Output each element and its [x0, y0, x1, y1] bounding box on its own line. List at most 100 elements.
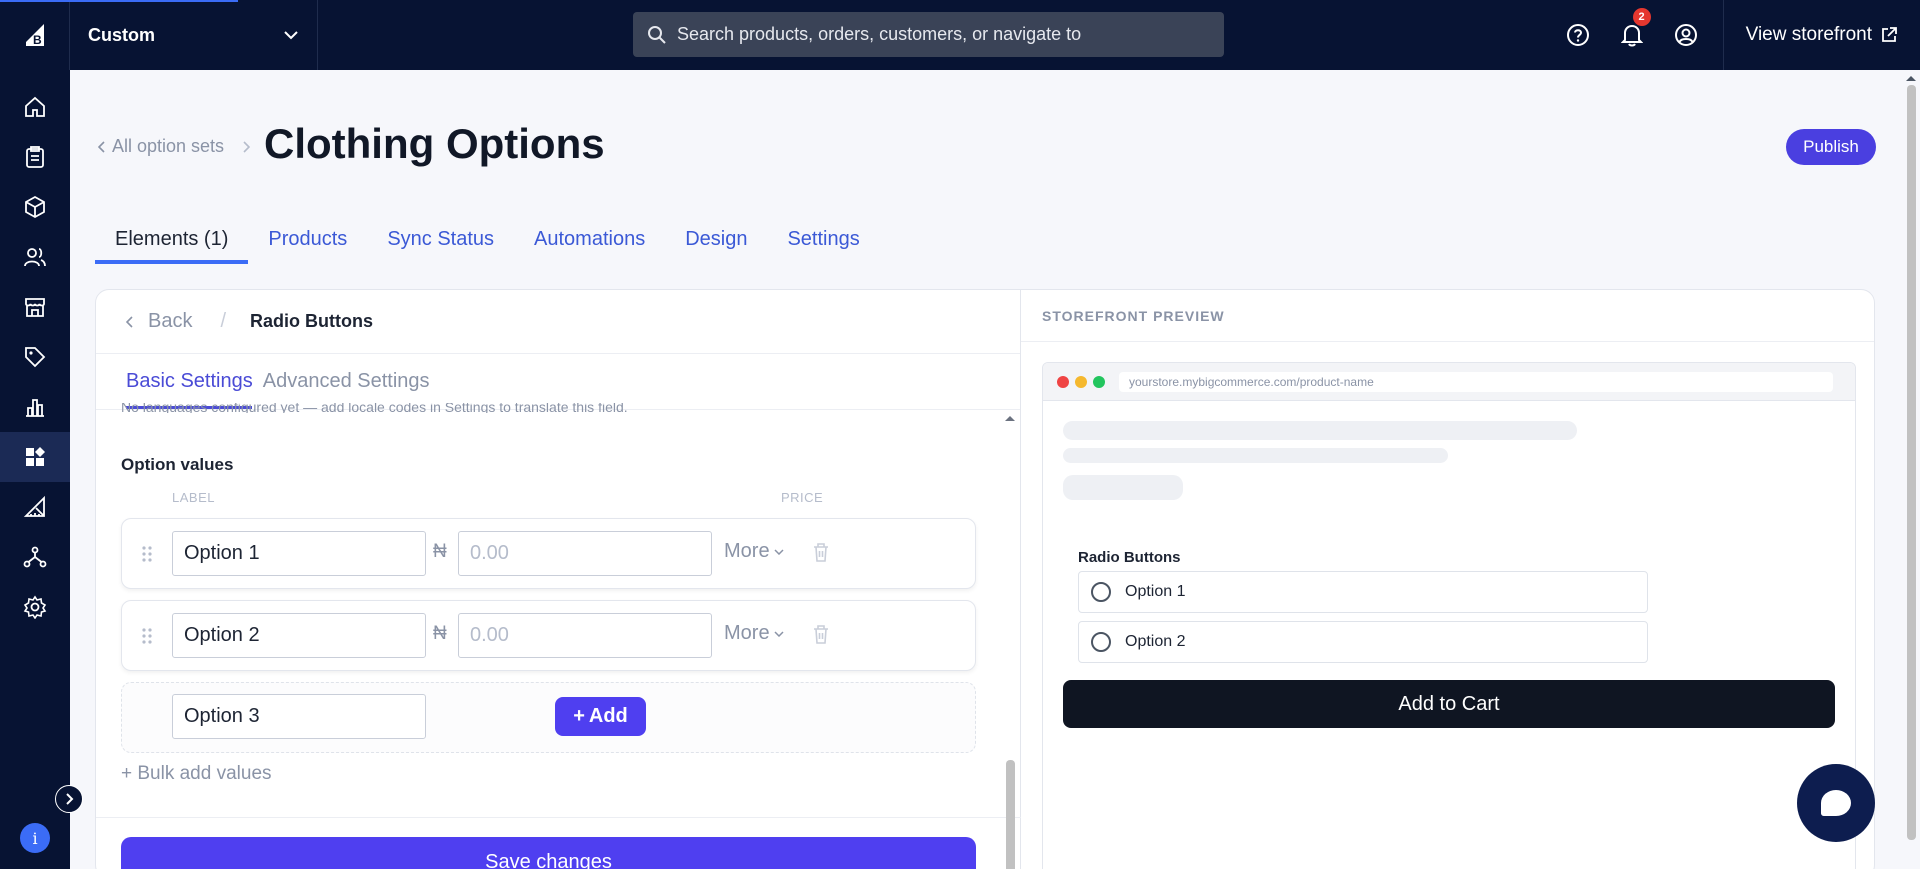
nav-customers[interactable]: [0, 232, 70, 282]
more-dropdown[interactable]: More: [724, 540, 784, 563]
scroll-up-arrow-icon[interactable]: [1003, 413, 1017, 423]
tab-elements[interactable]: Elements (1): [95, 222, 249, 264]
element-name: Radio Buttons: [250, 311, 374, 331]
radio-circle-icon: [1091, 582, 1111, 602]
radio-option-label: Option 1: [1125, 583, 1186, 600]
plus-icon: +: [573, 705, 585, 727]
all-option-sets-link[interactable]: All option sets: [112, 136, 224, 157]
window-dot-red: [1057, 375, 1069, 388]
nav-marketing[interactable]: [0, 332, 70, 382]
drag-handle-icon[interactable]: [142, 545, 152, 563]
add-to-cart-button[interactable]: Add to Cart: [1063, 680, 1835, 728]
tab-products[interactable]: Products: [248, 222, 367, 264]
nav-channels[interactable]: [0, 482, 70, 532]
user-circle-icon: [1674, 24, 1697, 46]
chevron-down-icon: [774, 630, 784, 637]
nav-apps[interactable]: [0, 432, 70, 482]
search-input[interactable]: Search products, orders, customers, or n…: [633, 12, 1224, 57]
bulk-add-link[interactable]: + Bulk add values: [121, 763, 272, 785]
currency-symbol: ₦: [433, 541, 447, 562]
nav-products[interactable]: [0, 182, 70, 232]
preview-radio-option[interactable]: Option 1: [1078, 571, 1648, 613]
preview-url: yourstore.mybigcommerce.com/product-name: [1119, 371, 1833, 392]
search-placeholder: Search products, orders, customers, or n…: [677, 24, 1082, 44]
save-changes-button[interactable]: Save changes: [121, 837, 976, 869]
drag-handle-icon[interactable]: [142, 627, 152, 645]
panel-scrollbar[interactable]: [1003, 410, 1017, 869]
editor-card: Back / Radio Buttons Basic Settings Adva…: [95, 289, 1875, 869]
account-button[interactable]: [1659, 0, 1713, 70]
trash-icon[interactable]: [812, 624, 830, 644]
scroll-up-arrow-icon[interactable]: [1902, 73, 1920, 83]
nav-integrations[interactable]: [0, 532, 70, 582]
apps-grid-icon: [26, 447, 45, 466]
back-link[interactable]: Back: [148, 310, 192, 333]
notifications-button[interactable]: 2: [1605, 0, 1659, 70]
breadcrumb[interactable]: All option sets: [98, 136, 251, 157]
tab-sync-status[interactable]: Sync Status: [367, 222, 514, 264]
nav-orders[interactable]: [0, 132, 70, 182]
bar-chart-icon: [26, 399, 44, 417]
sidebar-nav: [0, 70, 83, 869]
chevron-left-icon: [98, 140, 105, 153]
tab-basic-settings[interactable]: Basic Settings: [126, 370, 253, 393]
preview-title: STOREFRONT PREVIEW: [1021, 290, 1874, 342]
tab-settings[interactable]: Settings: [767, 222, 879, 264]
option-values-title: Option values: [121, 455, 234, 474]
option-label-input[interactable]: Option 2: [172, 613, 426, 658]
nav-analytics[interactable]: [0, 382, 70, 432]
element-editor-panel: Back / Radio Buttons Basic Settings Adva…: [96, 290, 1021, 869]
tab-design[interactable]: Design: [665, 222, 767, 264]
radio-circle-icon: [1091, 632, 1111, 652]
chevron-down-icon: [284, 31, 298, 40]
option-row: Option 2 ₦ 0.00 More: [121, 600, 976, 671]
chat-bubble-icon: [1821, 790, 1851, 816]
chat-launcher-button[interactable]: [1797, 764, 1875, 842]
new-option-input[interactable]: Option 3: [172, 694, 426, 739]
box-icon: [25, 195, 45, 219]
label-column-header: LABEL: [172, 490, 215, 505]
chevron-left-icon: [126, 315, 133, 328]
svg-text:B: B: [33, 33, 42, 47]
view-storefront-label: View storefront: [1745, 24, 1872, 45]
view-storefront-link[interactable]: View storefront: [1722, 0, 1920, 70]
more-label: More: [724, 540, 770, 562]
users-icon: [24, 248, 46, 267]
footer-divider: [96, 817, 1021, 818]
window-dot-green: [1093, 375, 1105, 388]
store-switcher[interactable]: Custom: [70, 0, 318, 70]
triangle-ruler-icon: [23, 495, 45, 517]
trash-icon[interactable]: [812, 542, 830, 562]
publish-button[interactable]: Publish: [1786, 129, 1876, 165]
more-dropdown[interactable]: More: [724, 622, 784, 645]
preview-radio-option[interactable]: Option 2: [1078, 621, 1648, 663]
option-label-input[interactable]: Option 1: [172, 531, 426, 576]
help-icon: [1566, 24, 1589, 46]
info-icon: i: [32, 828, 38, 848]
price-input[interactable]: 0.00: [458, 613, 712, 658]
page-scrollbar[interactable]: [1902, 70, 1920, 869]
loading-progress-bar: [0, 0, 238, 2]
help-button[interactable]: [1551, 0, 1605, 70]
bigcommerce-logo[interactable]: B: [0, 0, 70, 70]
tab-automations[interactable]: Automations: [514, 222, 665, 264]
add-option-button[interactable]: + Add: [555, 697, 646, 736]
scrollbar-thumb[interactable]: [1006, 760, 1015, 869]
add-label: Add: [588, 705, 628, 727]
price-input[interactable]: 0.00: [458, 531, 712, 576]
store-name: Custom: [88, 24, 155, 45]
info-button[interactable]: i: [20, 823, 50, 853]
radio-option-label: Option 2: [1125, 633, 1186, 650]
nav-settings[interactable]: [0, 582, 70, 632]
more-label: More: [724, 622, 770, 644]
preview-field-label: Radio Buttons: [1078, 549, 1181, 566]
nav-home[interactable]: [0, 82, 70, 132]
tab-advanced-settings[interactable]: Advanced Settings: [263, 370, 430, 393]
scrollbar-thumb[interactable]: [1907, 85, 1916, 840]
new-option-row: Option 3 + Add: [121, 682, 976, 753]
tab-bar: Elements (1) Products Sync Status Automa…: [95, 222, 880, 264]
nav-storefront[interactable]: [0, 282, 70, 332]
page-title: Clothing Options: [264, 120, 605, 167]
network-icon: [23, 546, 47, 568]
expand-sidebar-button[interactable]: [55, 785, 83, 813]
